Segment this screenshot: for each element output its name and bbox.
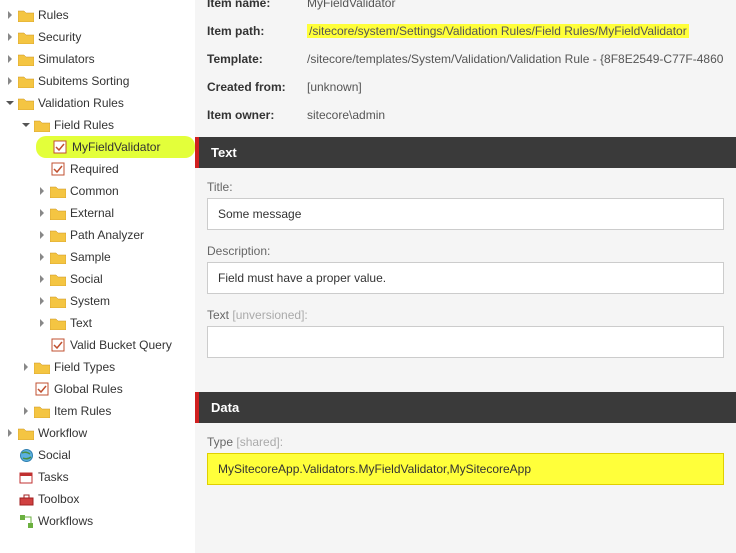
folder-icon bbox=[18, 425, 34, 441]
folder-icon bbox=[18, 7, 34, 23]
content-panel: Item name:MyFieldValidator Item path:/si… bbox=[195, 0, 736, 553]
description-label: Description: bbox=[207, 244, 724, 258]
created-from-label: Created from: bbox=[207, 80, 307, 94]
item-owner-label: Item owner: bbox=[207, 108, 307, 122]
chevron-right-icon[interactable] bbox=[36, 295, 48, 307]
description-input[interactable] bbox=[207, 262, 724, 294]
tree-node-required[interactable]: Required bbox=[36, 158, 195, 180]
template-value: /sitecore/templates/System/Validation/Va… bbox=[307, 52, 724, 66]
tree-node-simulators[interactable]: Simulators bbox=[4, 48, 195, 70]
tree-node-text[interactable]: Text bbox=[36, 312, 195, 334]
text-input[interactable] bbox=[207, 326, 724, 358]
tree-node-tasks[interactable]: Tasks bbox=[4, 466, 195, 488]
title-label: Title: bbox=[207, 180, 724, 194]
content-tree: Rules Security Simulators Subitems Sorti… bbox=[0, 0, 195, 553]
validator-icon bbox=[50, 337, 66, 353]
validator-icon bbox=[52, 139, 68, 155]
type-label: Type [shared]: bbox=[207, 435, 724, 449]
folder-icon bbox=[50, 293, 66, 309]
validator-icon bbox=[50, 161, 66, 177]
tree-node-external[interactable]: External bbox=[36, 202, 195, 224]
validator-icon bbox=[34, 381, 50, 397]
item-path-value: /sitecore/system/Settings/Validation Rul… bbox=[307, 24, 689, 38]
chevron-right-icon[interactable] bbox=[36, 207, 48, 219]
workflow-icon bbox=[18, 513, 34, 529]
item-owner-value: sitecore\admin bbox=[307, 108, 724, 122]
tree-node-social[interactable]: Social bbox=[36, 268, 195, 290]
chevron-right-icon[interactable] bbox=[36, 273, 48, 285]
chevron-right-icon[interactable] bbox=[4, 427, 16, 439]
tree-node-my-field-validator[interactable]: MyFieldValidator bbox=[36, 136, 195, 158]
toolbox-icon bbox=[18, 491, 34, 507]
folder-icon bbox=[50, 205, 66, 221]
item-name-value: MyFieldValidator bbox=[307, 0, 724, 10]
calendar-icon bbox=[18, 469, 34, 485]
folder-open-icon bbox=[34, 117, 50, 133]
chevron-right-icon[interactable] bbox=[36, 185, 48, 197]
chevron-right-icon[interactable] bbox=[20, 405, 32, 417]
section-header-data[interactable]: Data bbox=[195, 392, 736, 423]
tree-node-common[interactable]: Common bbox=[36, 180, 195, 202]
folder-icon bbox=[50, 271, 66, 287]
chevron-right-icon[interactable] bbox=[4, 9, 16, 21]
folder-icon bbox=[50, 249, 66, 265]
chevron-right-icon[interactable] bbox=[36, 251, 48, 263]
folder-icon bbox=[18, 73, 34, 89]
created-from-value: [unknown] bbox=[307, 80, 724, 94]
chevron-right-icon[interactable] bbox=[36, 229, 48, 241]
tree-node-item-rules[interactable]: Item Rules bbox=[20, 400, 195, 422]
item-path-label: Item path: bbox=[207, 24, 307, 38]
text-field-label: Text [unversioned]: bbox=[207, 308, 724, 322]
chevron-right-icon[interactable] bbox=[4, 53, 16, 65]
type-input[interactable] bbox=[207, 453, 724, 485]
chevron-right-icon[interactable] bbox=[4, 75, 16, 87]
tree-node-social2[interactable]: Social bbox=[4, 444, 195, 466]
chevron-right-icon[interactable] bbox=[4, 31, 16, 43]
chevron-down-icon[interactable] bbox=[4, 97, 16, 109]
tree-node-validation-rules[interactable]: Validation Rules bbox=[4, 92, 195, 114]
tree-node-rules[interactable]: Rules bbox=[4, 4, 195, 26]
folder-icon bbox=[18, 51, 34, 67]
chevron-down-icon[interactable] bbox=[20, 119, 32, 131]
tree-node-workflow[interactable]: Workflow bbox=[4, 422, 195, 444]
tree-node-toolbox[interactable]: Toolbox bbox=[4, 488, 195, 510]
tree-node-subitems-sorting[interactable]: Subitems Sorting bbox=[4, 70, 195, 92]
tree-node-security[interactable]: Security bbox=[4, 26, 195, 48]
tree-node-workflows[interactable]: Workflows bbox=[4, 510, 195, 532]
chevron-right-icon[interactable] bbox=[20, 361, 32, 373]
tree-node-sample[interactable]: Sample bbox=[36, 246, 195, 268]
chevron-right-icon[interactable] bbox=[36, 317, 48, 329]
folder-icon bbox=[34, 403, 50, 419]
tree-node-field-rules[interactable]: Field Rules bbox=[20, 114, 195, 136]
tree-node-valid-bucket-query[interactable]: Valid Bucket Query bbox=[36, 334, 195, 356]
folder-icon bbox=[18, 29, 34, 45]
folder-icon bbox=[34, 359, 50, 375]
section-header-text[interactable]: Text bbox=[195, 137, 736, 168]
globe-icon bbox=[18, 447, 34, 463]
tree-node-field-types[interactable]: Field Types bbox=[20, 356, 195, 378]
item-name-label: Item name: bbox=[207, 0, 307, 10]
tree-node-system[interactable]: System bbox=[36, 290, 195, 312]
tree-node-path-analyzer[interactable]: Path Analyzer bbox=[36, 224, 195, 246]
template-label: Template: bbox=[207, 52, 307, 66]
folder-icon bbox=[50, 183, 66, 199]
tree-node-global-rules[interactable]: Global Rules bbox=[20, 378, 195, 400]
folder-icon bbox=[50, 227, 66, 243]
folder-icon bbox=[50, 315, 66, 331]
folder-open-icon bbox=[18, 95, 34, 111]
title-input[interactable] bbox=[207, 198, 724, 230]
